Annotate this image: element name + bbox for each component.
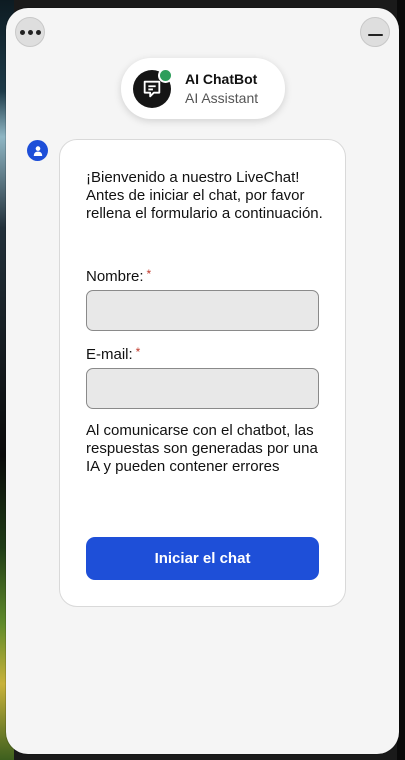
online-status-dot [158, 67, 173, 83]
agent-name: AI ChatBot [185, 70, 258, 87]
minimize-button[interactable] [360, 17, 390, 47]
minimize-icon [367, 34, 383, 36]
email-input[interactable] [86, 368, 319, 409]
name-label: Nombre: * [86, 267, 151, 285]
start-chat-button[interactable]: Iniciar el chat [86, 537, 319, 580]
more-horizontal-icon [19, 29, 41, 35]
name-input[interactable] [86, 290, 319, 331]
agent-avatar [133, 67, 173, 108]
welcome-message: ¡Bienvenido a nuestro LiveChat! Antes de… [86, 169, 323, 222]
user-avatar-icon [27, 140, 48, 161]
menu-button[interactable] [15, 17, 45, 47]
agent-role: AI Assistant [185, 89, 259, 106]
required-marker: * [146, 267, 152, 281]
agent-header-card: AI ChatBot AI Assistant [121, 58, 285, 119]
prechat-form-card: ¡Bienvenido a nuestro LiveChat! Antes de… [59, 139, 346, 607]
ai-disclaimer: Al comunicarse con el chatbot, las respu… [86, 422, 318, 475]
chat-widget: AI ChatBot AI Assistant ¡Bienvenido a nu… [6, 8, 399, 754]
email-label-text: E-mail: [86, 346, 133, 363]
required-marker: * [135, 345, 141, 359]
email-label: E-mail: * [86, 345, 140, 363]
name-label-text: Nombre: [86, 268, 144, 285]
